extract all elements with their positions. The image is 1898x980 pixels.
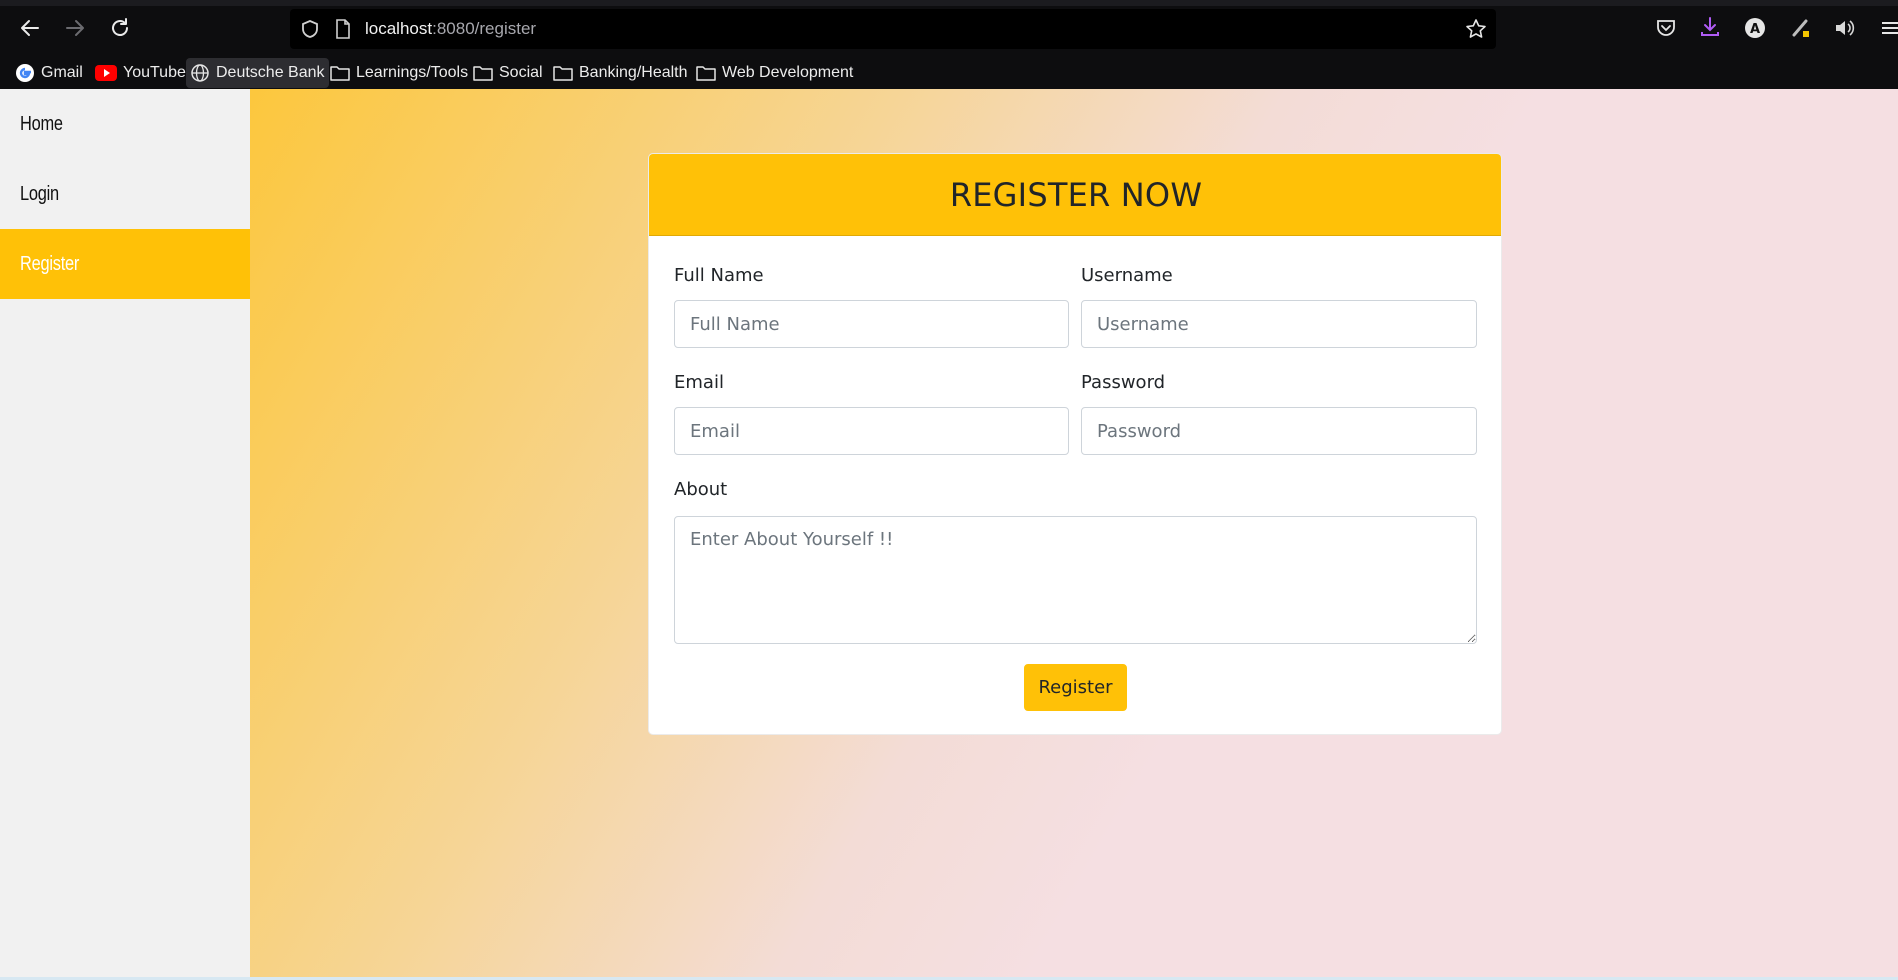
username-label: Username (1081, 265, 1173, 286)
sidebar-item-home[interactable]: Home (0, 89, 250, 159)
email-label: Email (674, 372, 724, 393)
folder-icon (473, 66, 493, 81)
youtube-icon (95, 65, 117, 81)
sidebar: Home Login Register (0, 89, 250, 980)
bookmarks-bar: Gmail YouTube Deutsche Bank Learnings/To… (0, 56, 1898, 89)
bookmark-folder-social[interactable]: Social (469, 58, 547, 88)
register-submit-button[interactable]: Register (1024, 664, 1127, 711)
about-textarea[interactable] (674, 516, 1477, 644)
page-icon[interactable] (334, 19, 352, 39)
google-icon (16, 64, 34, 82)
bookmark-deutsche-bank[interactable]: Deutsche Bank (186, 58, 329, 88)
bookmark-folder-banking-health[interactable]: Banking/Health (549, 58, 692, 88)
email-input[interactable] (674, 407, 1069, 455)
register-card: REGISTER NOW Full Name Username Email Pa… (648, 153, 1502, 735)
username-input[interactable] (1081, 300, 1477, 348)
card-header: REGISTER NOW (649, 154, 1501, 236)
pocket-icon[interactable] (1655, 17, 1677, 39)
back-arrow-icon (21, 20, 39, 36)
menu-icon[interactable] (1880, 17, 1898, 39)
tab-strip (0, 0, 1898, 6)
bookmark-folder-web-development[interactable]: Web Development (692, 58, 857, 88)
page-content: Home Login Register REGISTER NOW Full Na… (0, 89, 1898, 980)
reload-icon (112, 18, 128, 36)
shield-icon[interactable] (300, 19, 320, 39)
reload-button[interactable] (102, 12, 138, 44)
bookmark-gmail[interactable]: Gmail (11, 58, 87, 88)
sidebar-item-login[interactable]: Login (0, 159, 250, 229)
password-input[interactable] (1081, 407, 1477, 455)
sidebar-item-register[interactable]: Register (0, 229, 250, 299)
folder-icon (696, 66, 716, 81)
bookmark-star-icon[interactable] (1465, 18, 1487, 40)
forward-arrow-icon (66, 20, 84, 36)
forward-button[interactable] (57, 12, 93, 44)
bookmark-folder-learnings-tools[interactable]: Learnings/Tools (326, 58, 472, 88)
account-avatar-icon[interactable]: A (1744, 17, 1766, 39)
folder-icon (553, 66, 573, 81)
svg-text:A: A (1750, 22, 1760, 37)
about-label: About (674, 479, 728, 500)
main-area: REGISTER NOW Full Name Username Email Pa… (250, 89, 1898, 980)
form-title: REGISTER NOW (949, 175, 1203, 214)
folder-icon (330, 66, 350, 81)
bookmark-youtube[interactable]: YouTube (91, 58, 190, 88)
url-text[interactable]: localhost:8080/register (365, 19, 536, 39)
browser-toolbar: localhost:8080/register A (0, 0, 1898, 56)
back-button[interactable] (12, 12, 48, 44)
downloads-icon[interactable] (1699, 16, 1721, 38)
address-bar[interactable]: localhost:8080/register (290, 9, 1496, 49)
speaker-icon[interactable] (1833, 17, 1855, 39)
full-name-label: Full Name (674, 265, 764, 286)
globe-icon (191, 64, 209, 82)
password-label: Password (1081, 372, 1166, 393)
extension-brush-icon[interactable] (1790, 17, 1812, 39)
full-name-input[interactable] (674, 300, 1069, 348)
